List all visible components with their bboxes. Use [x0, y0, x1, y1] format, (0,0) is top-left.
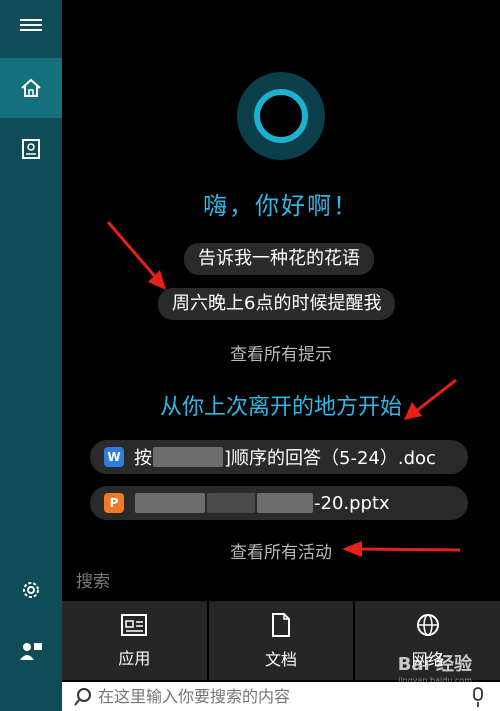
search-box — [62, 682, 500, 711]
file-name-suffix: ]顺序的回答（5-24）.doc — [224, 448, 436, 469]
see-all-tips-link[interactable]: 查看所有提示 — [62, 340, 500, 365]
word-doc-icon: W — [104, 447, 124, 467]
redacted-blur — [257, 493, 313, 513]
home-icon — [21, 78, 41, 97]
watermark: Bai 经验 jingyan.baidu.com — [398, 650, 472, 685]
redacted-blur — [153, 447, 223, 467]
cortana-logo[interactable] — [237, 72, 325, 160]
watermark-text: Bai 经验 — [397, 654, 472, 675]
search-icon — [74, 687, 91, 706]
search-section-label: 搜索 — [76, 572, 110, 592]
recent-file-pptx[interactable]: P -20.pptx — [90, 486, 468, 520]
activity-title: 从你上次离开的地方开始 — [159, 395, 402, 420]
microphone-icon[interactable] — [468, 686, 488, 708]
recent-file-doc[interactable]: W 按 ]顺序的回答（5-24）.doc — [90, 440, 468, 474]
file-name-prefix: 按 — [134, 448, 152, 469]
redacted-blur — [207, 493, 255, 513]
hamburger-menu-button[interactable] — [0, 0, 62, 50]
hamburger-menu-icon — [20, 19, 42, 31]
tile-label: 文档 — [265, 649, 298, 669]
apps-tile[interactable]: 应用 — [62, 601, 207, 680]
cortana-ring-icon — [254, 89, 308, 143]
sidebar — [0, 0, 62, 711]
powerpoint-icon: P — [104, 493, 124, 513]
see-all-activity-link[interactable]: 查看所有活动 — [62, 538, 500, 563]
tile-label: 应用 — [118, 648, 151, 668]
apps-icon — [121, 613, 148, 636]
cortana-panel: 嗨，你好啊！ 告诉我一种花的花语 周六晚上6点的时候提醒我 查看所有提示 从你上… — [62, 0, 500, 711]
notebook-icon — [22, 139, 40, 159]
sidebar-item-home[interactable] — [0, 58, 62, 118]
document-icon — [272, 612, 290, 637]
suggestion-chip[interactable]: 周六晚上6点的时候提醒我 — [158, 288, 396, 320]
redacted-blur — [135, 493, 205, 513]
feedback-icon — [20, 643, 42, 660]
watermark-subtext: jingyan.baidu.com — [398, 676, 472, 685]
documents-tile[interactable]: 文档 — [208, 601, 354, 680]
greeting: 嗨，你好啊！ — [203, 192, 359, 220]
file-name-suffix: -20.pptx — [314, 492, 390, 514]
suggestion-chip[interactable]: 告诉我一种花的花语 — [184, 243, 374, 275]
sidebar-item-feedback[interactable] — [0, 626, 62, 676]
sidebar-item-settings[interactable] — [0, 566, 62, 614]
search-input[interactable] — [96, 686, 420, 707]
globe-icon — [416, 613, 439, 636]
sidebar-item-notebook[interactable] — [0, 120, 62, 178]
gear-icon — [23, 582, 39, 598]
